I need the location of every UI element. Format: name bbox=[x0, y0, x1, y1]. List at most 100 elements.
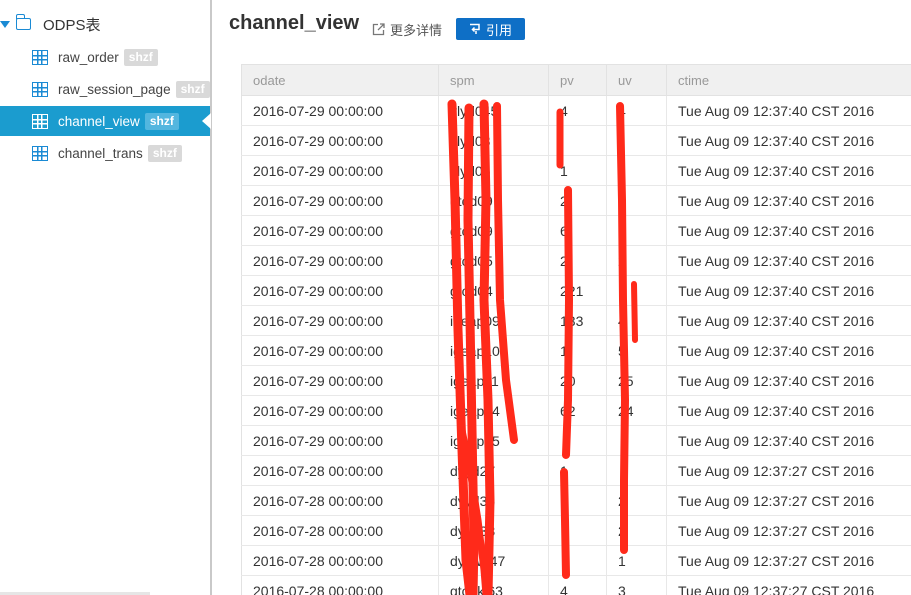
column-header-uv[interactable]: uv bbox=[606, 64, 667, 96]
cell-uv: 25 bbox=[606, 365, 667, 396]
cell-spm: igeap14 bbox=[438, 395, 549, 426]
column-header-spm[interactable]: spm bbox=[438, 64, 549, 96]
cell-pv: 4 bbox=[548, 95, 607, 126]
table-icon bbox=[32, 145, 48, 161]
cell-odate: 2016-07-29 00:00:00 bbox=[241, 365, 439, 396]
cell-pv bbox=[548, 515, 607, 546]
cell-spm: gtod04 bbox=[438, 275, 549, 306]
cell-ctime: Tue Aug 09 12:37:40 CST 2016 bbox=[666, 275, 911, 306]
cell-odate: 2016-07-29 00:00:00 bbox=[241, 305, 439, 336]
cell-uv: 4 bbox=[606, 95, 667, 126]
table-row[interactable]: 2016-07-29 00:00:00 gtod04 221 Tue Aug 09 1… bbox=[241, 275, 911, 306]
tree-item-label: raw_session_page bbox=[58, 81, 171, 97]
caret-down-icon[interactable] bbox=[0, 20, 10, 28]
cell-odate: 2016-07-28 00:00:00 bbox=[241, 545, 439, 576]
column-header-odate[interactable]: odate bbox=[241, 64, 439, 96]
cell-odate: 2016-07-29 00:00:00 bbox=[241, 155, 439, 186]
table-row[interactable]: 2016-07-29 00:00:00 igeap10 1 5 Tue Aug 09 1… bbox=[241, 335, 911, 366]
table-header-row: odate spm pv uv ctime bbox=[241, 64, 911, 96]
cell-odate: 2016-07-29 00:00:00 bbox=[241, 425, 439, 456]
cell-uv bbox=[606, 125, 667, 156]
cell-odate: 2016-07-29 00:00:00 bbox=[241, 275, 439, 306]
cell-uv: 2 bbox=[606, 515, 667, 546]
cell-ctime: Tue Aug 09 12:37:27 CST 2016 bbox=[666, 515, 911, 546]
cell-odate: 2016-07-29 00:00:00 bbox=[241, 185, 439, 216]
cell-uv: 6 bbox=[606, 215, 667, 246]
cell-ctime: Tue Aug 09 12:37:40 CST 2016 bbox=[666, 305, 911, 336]
cell-uv: 3 bbox=[606, 575, 667, 595]
cell-pv: 6 bbox=[548, 215, 607, 246]
cell-ctime: Tue Aug 09 12:37:40 CST 2016 bbox=[666, 155, 911, 186]
cell-ctime: Tue Aug 09 12:37:27 CST 2016 bbox=[666, 575, 911, 595]
project-badge: shzf bbox=[175, 80, 210, 98]
table-row[interactable]: 2016-07-29 00:00:00 igeap09 133 4 Tue Aug 09… bbox=[241, 305, 911, 336]
cell-ctime: Tue Aug 09 12:37:40 CST 2016 bbox=[666, 425, 911, 456]
tree-item-channel-view[interactable]: channel_view shzf bbox=[0, 106, 211, 136]
table-row[interactable]: 2016-07-28 00:00:00 dyyw047 1 Tue Aug 09 12… bbox=[241, 545, 911, 576]
table-row[interactable]: 2016-07-28 00:00:00 dyyd35 2 Tue Aug 09 12:… bbox=[241, 485, 911, 516]
reference-icon bbox=[469, 23, 480, 34]
project-badge: shzf bbox=[144, 112, 179, 130]
cell-ctime: Tue Aug 09 12:37:40 CST 2016 bbox=[666, 365, 911, 396]
cell-spm: ylyd06 bbox=[438, 155, 549, 186]
cell-pv bbox=[548, 485, 607, 516]
cell-pv: 221 bbox=[548, 275, 607, 306]
table-icon bbox=[32, 81, 48, 97]
cell-spm: igeap10 bbox=[438, 335, 549, 366]
cell-odate: 2016-07-29 00:00:00 bbox=[241, 335, 439, 366]
cell-odate: 2016-07-28 00:00:00 bbox=[241, 455, 439, 486]
project-badge: shzf bbox=[123, 48, 158, 66]
table-row[interactable]: 2016-07-29 00:00:00 igeap15 Tue Aug 09 12:… bbox=[241, 425, 911, 456]
cell-pv: 1 bbox=[548, 335, 607, 366]
more-details-link[interactable]: 更多详情 bbox=[372, 20, 442, 39]
tree-item-label: raw_order bbox=[58, 49, 119, 65]
cell-odate: 2016-07-29 00:00:00 bbox=[241, 215, 439, 246]
cell-pv: 62 bbox=[548, 395, 607, 426]
cell-uv: 2 bbox=[606, 485, 667, 516]
cell-spm: dyyd35 bbox=[438, 485, 549, 516]
table-row[interactable]: 2016-07-28 00:00:00 gtodkj63 4 3 Tue Aug 09 … bbox=[241, 575, 911, 595]
cell-spm: ylyd045 bbox=[438, 95, 549, 126]
cell-spm: gtodkj63 bbox=[438, 575, 549, 595]
folder-icon bbox=[15, 14, 31, 30]
reference-button[interactable]: 引用 bbox=[456, 18, 525, 40]
tree-item-raw-order[interactable]: raw_order shzf bbox=[0, 42, 210, 72]
cell-odate: 2016-07-29 00:00:00 bbox=[241, 95, 439, 126]
cell-uv bbox=[606, 155, 667, 186]
cell-ctime: Tue Aug 09 12:37:40 CST 2016 bbox=[666, 125, 911, 156]
table-row[interactable]: 2016-07-29 00:00:00 gtod09 6 6 Tue Aug 09 12… bbox=[241, 215, 911, 246]
cell-pv: 2 bbox=[548, 245, 607, 276]
cell-spm: igeap11 bbox=[438, 365, 549, 396]
table-row[interactable]: 2016-07-29 00:00:00 gtod05 2 2 Tue Aug 09 12… bbox=[241, 245, 911, 276]
cell-spm: gtod09 bbox=[438, 215, 549, 246]
cell-odate: 2016-07-29 00:00:00 bbox=[241, 395, 439, 426]
column-header-ctime[interactable]: ctime bbox=[666, 64, 911, 96]
cell-uv: 5 bbox=[606, 335, 667, 366]
cell-odate: 2016-07-29 00:00:00 bbox=[241, 125, 439, 156]
table-row[interactable]: 2016-07-29 00:00:00 gtod09 2 6 Tue Aug 09 12… bbox=[241, 185, 911, 216]
cell-odate: 2016-07-29 00:00:00 bbox=[241, 245, 439, 276]
table-row[interactable]: 2016-07-29 00:00:00 ylyd045 4 4 Tue Aug 09 1… bbox=[241, 95, 911, 126]
table-row[interactable]: 2016-07-28 00:00:00 dyyd27 1 Tue Aug 09 12:… bbox=[241, 455, 911, 486]
table-row[interactable]: 2016-07-28 00:00:00 dyyd38 2 Tue Aug 09 12:… bbox=[241, 515, 911, 546]
column-header-pv[interactable]: pv bbox=[548, 64, 607, 96]
cell-odate: 2016-07-28 00:00:00 bbox=[241, 575, 439, 595]
tree-root-odps[interactable]: ODPS表 bbox=[0, 10, 210, 38]
page-title: channel_view bbox=[229, 12, 360, 34]
tree-item-channel-trans[interactable]: channel_trans shzf bbox=[0, 138, 210, 168]
table-row[interactable]: 2016-07-29 00:00:00 igeap14 62 24 Tue Aug 09… bbox=[241, 395, 911, 426]
cell-odate: 2016-07-28 00:00:00 bbox=[241, 485, 439, 516]
table-row[interactable]: 2016-07-29 00:00:00 ylyd03 Tue Aug 09 12:3… bbox=[241, 125, 911, 156]
cell-odate: 2016-07-28 00:00:00 bbox=[241, 515, 439, 546]
cell-ctime: Tue Aug 09 12:37:40 CST 2016 bbox=[666, 245, 911, 276]
tree-item-raw-session-page[interactable]: raw_session_page shzf bbox=[0, 74, 210, 104]
cell-ctime: Tue Aug 09 12:37:40 CST 2016 bbox=[666, 215, 911, 246]
table-row[interactable]: 2016-07-29 00:00:00 igeap11 20 25 Tue Aug 09… bbox=[241, 365, 911, 396]
cell-ctime: Tue Aug 09 12:37:27 CST 2016 bbox=[666, 545, 911, 576]
cell-pv: 1 bbox=[548, 155, 607, 186]
table-row[interactable]: 2016-07-29 00:00:00 ylyd06 1 Tue Aug 09 12:… bbox=[241, 155, 911, 186]
tree-item-label: channel_view bbox=[58, 113, 140, 129]
cell-spm: igeap09 bbox=[438, 305, 549, 336]
cell-uv: 1 bbox=[606, 545, 667, 576]
cell-pv: 4 bbox=[548, 575, 607, 595]
